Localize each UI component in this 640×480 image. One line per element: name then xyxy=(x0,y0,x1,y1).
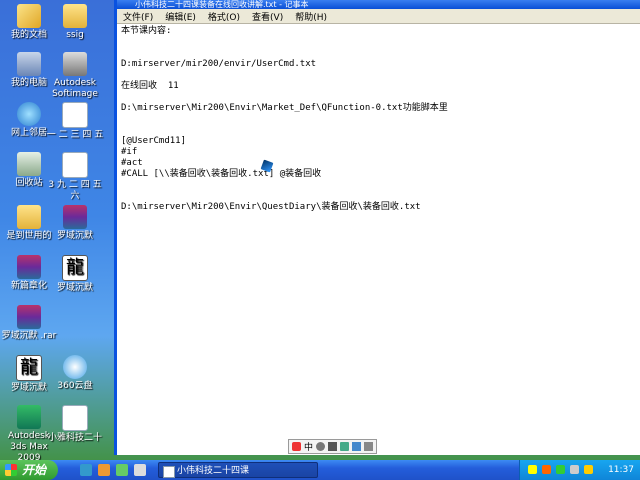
desktop-icon-archive-2[interactable]: 罗域沉默 .rar xyxy=(0,305,58,342)
editor-line: 在线回收 11 xyxy=(121,81,179,91)
menu-view[interactable]: 查看(V) xyxy=(250,10,285,23)
taskbar: 开始 小伟科技二十四课 11:37 xyxy=(0,460,640,480)
ime-tools-icon[interactable] xyxy=(364,442,374,451)
desktop-icon-txt-2[interactable]: 3 九 二 四 五 六 xyxy=(46,152,104,202)
desktop-icon-folder-2[interactable]: ssig xyxy=(46,4,104,41)
editor-line: #act xyxy=(121,158,143,168)
desktop-icon-game-3[interactable]: 龍 罗域沉默 xyxy=(46,255,104,294)
text-editor[interactable]: 本节课内容: D:mirserver/mir200/envir/UserCmd.… xyxy=(121,26,640,426)
menu-file[interactable]: 文件(F) xyxy=(121,10,155,23)
ime-toolbar[interactable]: 中 xyxy=(288,439,378,454)
dragon-icon: 龍 xyxy=(16,355,42,381)
documents-icon xyxy=(17,4,41,28)
taskbar-notepad-button[interactable]: 小伟科技二十四课 xyxy=(158,462,318,478)
ime-punct-icon[interactable] xyxy=(316,442,326,451)
volume-icon[interactable] xyxy=(570,465,579,474)
quicklaunch-media-icon[interactable] xyxy=(98,464,110,476)
start-button[interactable]: 开始 xyxy=(0,460,58,480)
clock[interactable]: 11:37 xyxy=(608,460,634,480)
notepad-icon xyxy=(163,466,175,478)
3dsmax-icon xyxy=(17,405,41,429)
text-file-icon xyxy=(62,405,88,431)
dragon-icon: 龍 xyxy=(62,255,88,281)
menu-format[interactable]: 格式(O) xyxy=(206,10,242,23)
desktop-icon-txt-3[interactable]: 小雅科技二十 xyxy=(46,405,104,444)
editor-line: 本节课内容: xyxy=(121,26,172,36)
archive-icon xyxy=(17,255,41,279)
tray-icon[interactable] xyxy=(528,465,537,474)
tray-icon[interactable] xyxy=(584,465,593,474)
system-tray: 11:37 xyxy=(519,460,640,480)
autocad-icon xyxy=(63,52,87,76)
recycle-bin-icon xyxy=(17,152,41,176)
desktop-icon-softimage[interactable]: Autodesk Softimage xyxy=(46,52,104,100)
text-file-icon xyxy=(62,102,88,128)
desktop-icon-360[interactable]: 360云盘 xyxy=(46,355,104,392)
notepad-window: 小伟科技二十四课装备在线回收讲解.txt - 记事本 文件(F) 编辑(E) 格… xyxy=(114,0,640,455)
computer-icon xyxy=(17,52,41,76)
menu-help[interactable]: 帮助(H) xyxy=(293,10,329,23)
network-icon xyxy=(17,102,41,126)
cloud-icon xyxy=(63,355,87,379)
quicklaunch-app-icon[interactable] xyxy=(134,464,146,476)
folder-icon xyxy=(63,4,87,28)
menu-bar: 文件(F) 编辑(E) 格式(O) 查看(V) 帮助(H) xyxy=(117,9,640,24)
editor-line: D:\mirserver\Mir200\Envir\QuestDiary\装备回… xyxy=(121,202,421,212)
editor-line: [@UserCmd11] xyxy=(121,136,187,146)
tray-icon[interactable] xyxy=(542,465,551,474)
quicklaunch-ie-icon[interactable] xyxy=(80,464,92,476)
ime-fullwidth-icon[interactable] xyxy=(328,442,338,451)
quicklaunch-desktop-icon[interactable] xyxy=(116,464,128,476)
editor-line: D:mirserver/mir200/envir/UserCmd.txt xyxy=(121,59,317,69)
text-file-icon xyxy=(62,152,88,178)
menu-edit[interactable]: 编辑(E) xyxy=(163,10,198,23)
windows-logo-icon xyxy=(5,464,17,476)
ime-keyboard-icon[interactable] xyxy=(340,442,350,451)
editor-line: #if xyxy=(121,147,138,157)
window-title: 小伟科技二十四课装备在线回收讲解.txt - 记事本 xyxy=(117,0,640,9)
editor-line: #CALL [\\装备回收\装备回收.txt] @装备回收 xyxy=(121,169,322,179)
folder-icon xyxy=(17,205,41,229)
archive-icon xyxy=(63,205,87,229)
ime-mode-label[interactable]: 中 xyxy=(304,440,313,453)
editor-line: D:\mirserver\Mir200\Envir\Market_Def\QFu… xyxy=(121,103,448,113)
archive-icon xyxy=(17,305,41,329)
ime-logo-icon xyxy=(292,442,301,451)
desktop-icon-txt-1[interactable]: 一 二 三 四 五 xyxy=(46,102,104,141)
tray-icon[interactable] xyxy=(556,465,565,474)
desktop-icon-game-2[interactable]: 罗域沉默 xyxy=(46,205,104,242)
ime-skin-icon[interactable] xyxy=(352,442,362,451)
